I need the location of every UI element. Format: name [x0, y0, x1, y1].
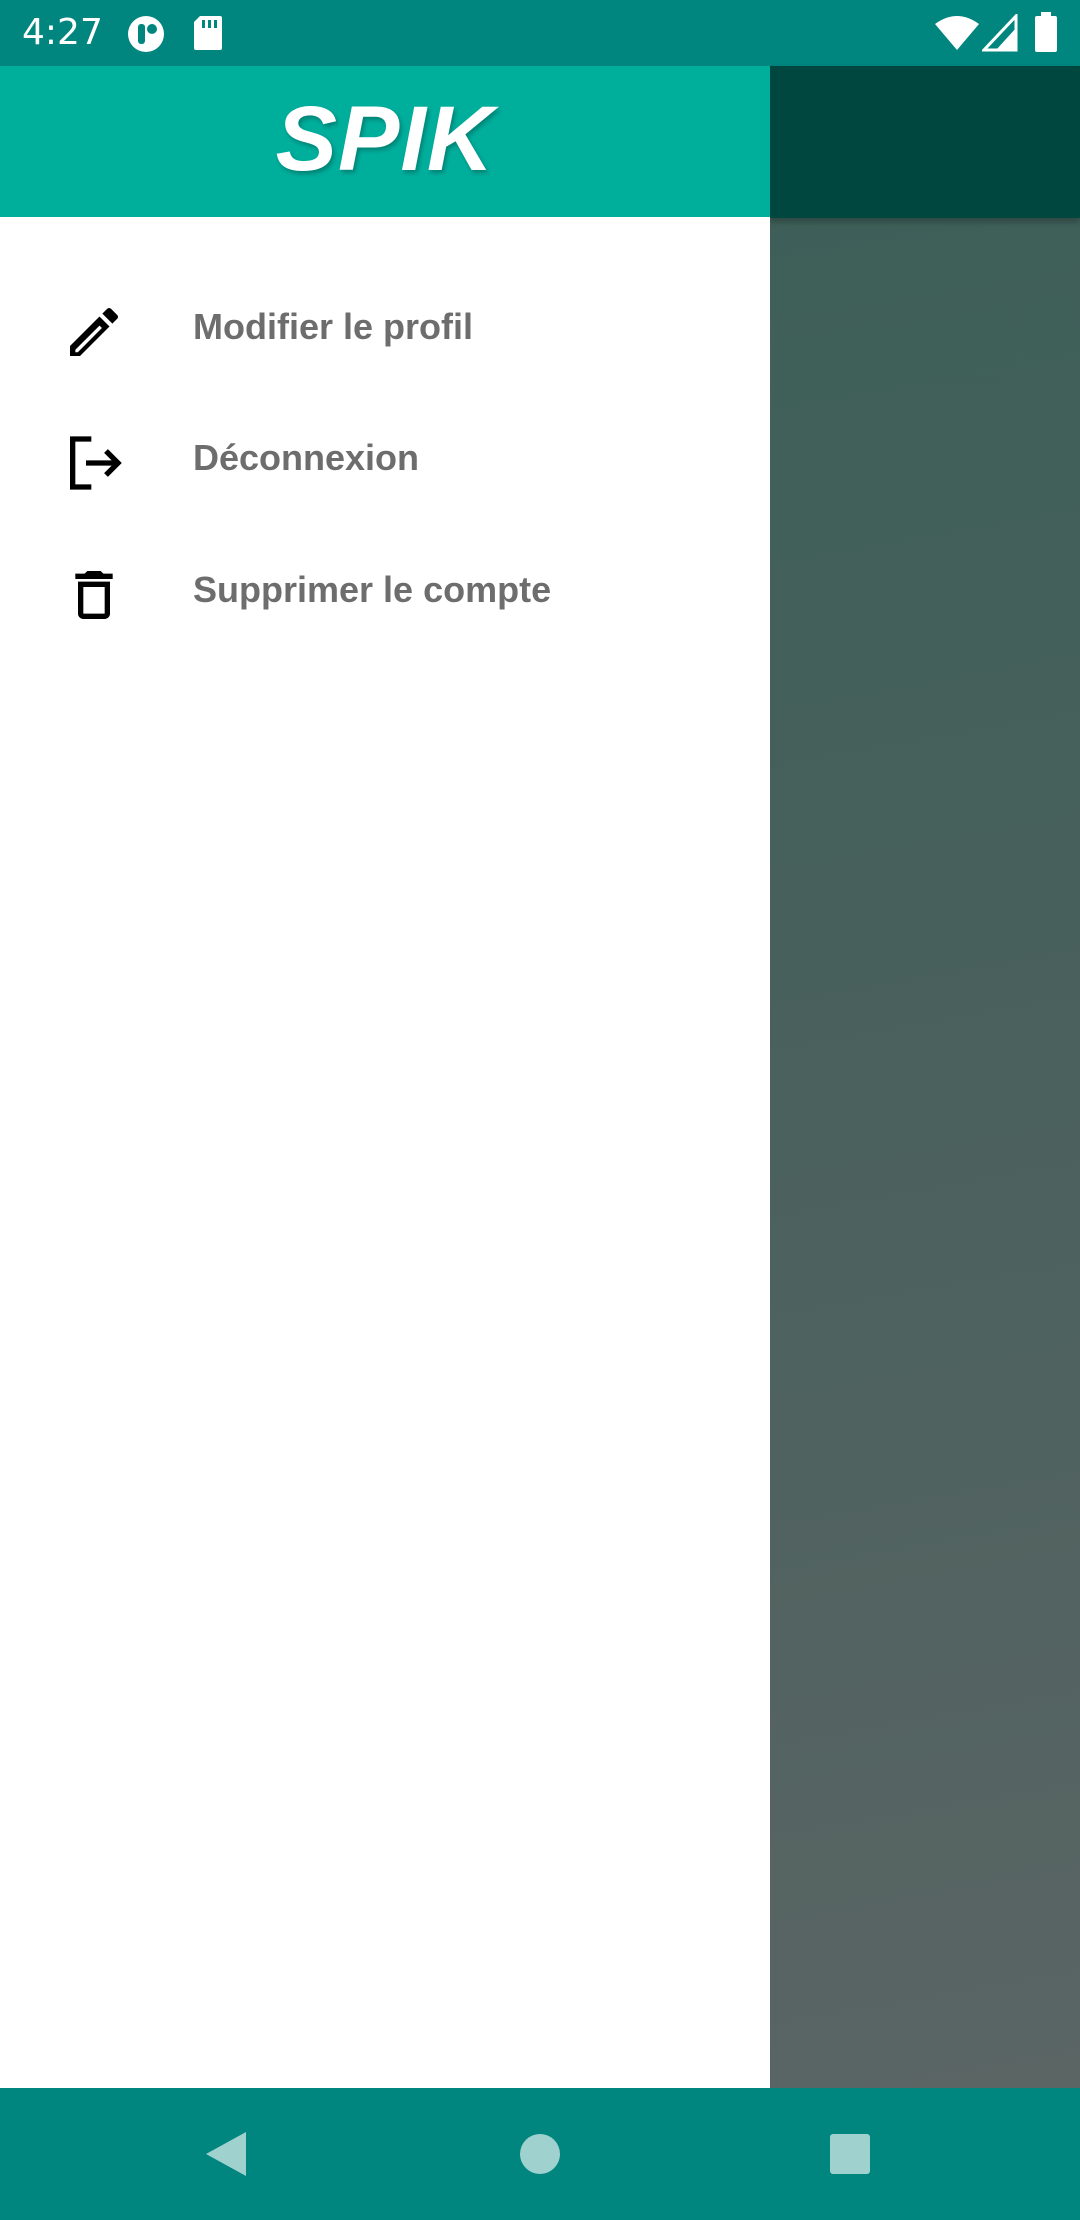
brand-logo: SPIK — [275, 88, 495, 190]
menu-item-delete-account[interactable]: Supprimer le compte — [0, 529, 770, 649]
home-icon[interactable] — [510, 2124, 570, 2184]
trash-icon — [75, 571, 113, 619]
menu-label-delete-account: Supprimer le compte — [193, 569, 552, 610]
signal-icon — [982, 14, 1018, 52]
sd-card-icon — [194, 16, 222, 50]
wifi-icon — [935, 16, 979, 50]
logout-icon — [70, 436, 122, 490]
battery-icon — [1035, 12, 1057, 52]
recents-icon[interactable] — [820, 2124, 880, 2184]
menu-label-logout: Déconnexion — [193, 437, 420, 478]
underlying-toolbar — [770, 66, 1080, 218]
menu-item-edit-profile[interactable]: Modifier le profil — [0, 266, 770, 386]
navigation-drawer: SPIK Modifier le profil Déconnexion Supp… — [0, 66, 770, 2088]
menu-item-logout[interactable]: Déconnexion — [0, 397, 770, 517]
pencil-icon — [70, 307, 119, 356]
drawer-scrim[interactable] — [770, 66, 1080, 2088]
menu-label-edit-profile: Modifier le profil — [193, 306, 474, 347]
drawer-header: SPIK — [0, 66, 770, 217]
back-icon[interactable] — [198, 2124, 258, 2184]
status-bar: 4:27 — [0, 0, 1080, 66]
notification-app-icon — [128, 16, 164, 52]
system-nav-bar — [0, 2088, 1080, 2220]
status-time: 4:27 — [22, 12, 103, 53]
